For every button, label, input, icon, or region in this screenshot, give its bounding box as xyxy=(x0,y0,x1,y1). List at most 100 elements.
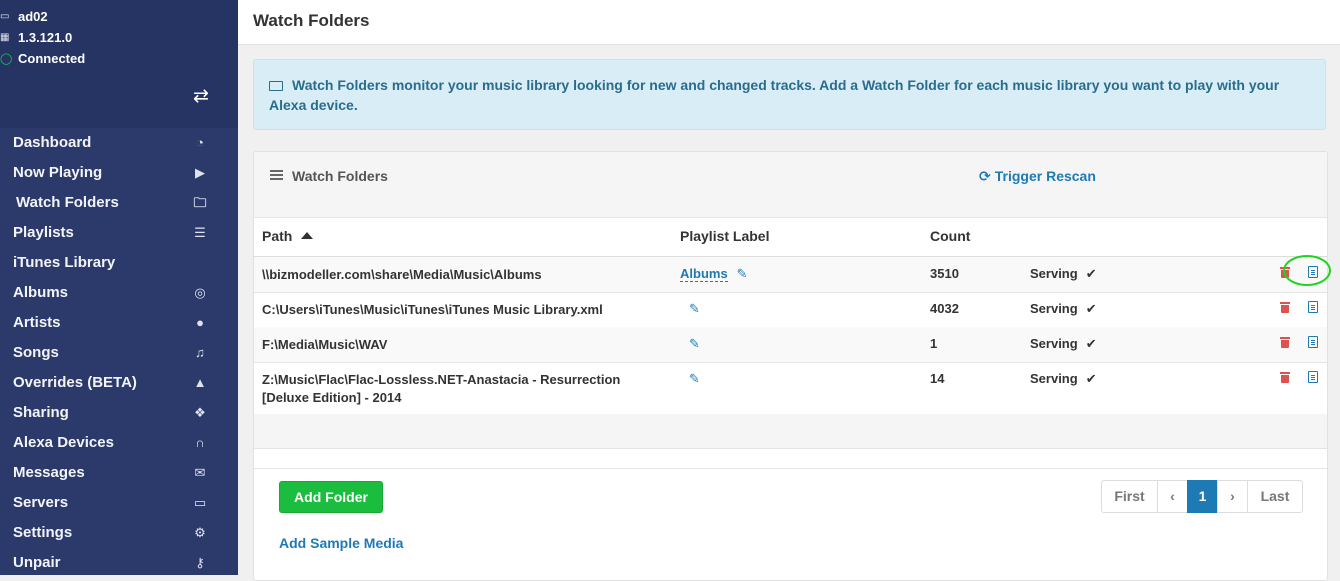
table-header: Path Playlist Label Count xyxy=(254,218,1327,258)
table-row: Z:\Music\Flac\Flac-Lossless.NET-Anastaci… xyxy=(254,362,1327,415)
sidebar-item-alexa-devices[interactable]: Alexa Devices ∩ xyxy=(0,428,238,458)
refresh-icon: ⟳ xyxy=(979,168,991,184)
info-alert-text: Watch Folders monitor your music library… xyxy=(269,77,1280,113)
status-cell: Serving ✔ xyxy=(1030,371,1097,387)
version-number: 1.3.121.0 xyxy=(18,30,73,45)
pagination-last[interactable]: Last xyxy=(1247,480,1303,513)
pagination-prev[interactable]: ‹ xyxy=(1157,480,1188,513)
sidebar: ▭ ad02 ▦ 1.3.121.0 ◯ Connected ⇄ Dashboa… xyxy=(0,0,238,575)
check-icon: ✔ xyxy=(1085,301,1097,316)
sidebar-item-playlists[interactable]: Playlists ☰ xyxy=(0,218,238,248)
pagination-next[interactable]: › xyxy=(1217,480,1248,513)
sidebar-item-settings[interactable]: Settings ⚙ xyxy=(0,518,238,548)
sidebar-item-label: Overrides (BETA) xyxy=(13,374,137,391)
list-icon xyxy=(270,170,283,180)
user-icon: ● xyxy=(196,315,204,330)
folder-path: Z:\Music\Flac\Flac-Lossless.NET-Anastaci… xyxy=(262,372,621,405)
key-icon: ⚷ xyxy=(195,555,205,570)
sidebar-item-watch-folders[interactable]: Watch Folders 🗀 xyxy=(0,188,238,218)
add-folder-button[interactable]: Add Folder xyxy=(279,481,383,513)
trash-icon[interactable] xyxy=(1280,267,1290,278)
pencil-icon[interactable]: ✎ xyxy=(689,301,700,317)
trigger-rescan-label: Trigger Rescan xyxy=(994,168,1096,184)
playlist-label-cell: ✎ xyxy=(680,336,700,352)
laptop-icon: ▭ xyxy=(0,11,10,22)
document-icon[interactable] xyxy=(1308,266,1318,278)
panel-title: Watch Folders xyxy=(292,168,388,184)
status-text: Serving xyxy=(1030,371,1078,386)
playlist-label-cell: ✎ xyxy=(680,301,700,317)
document-icon[interactable] xyxy=(1308,336,1318,348)
sidebar-item-unpair[interactable]: Unpair ⚷ xyxy=(0,548,238,575)
sidebar-item-label: Playlists xyxy=(13,224,74,241)
laptop-icon: ▭ xyxy=(193,495,207,510)
table-footer-band xyxy=(254,414,1327,449)
gear-icon: ⚙ xyxy=(194,525,206,540)
sidebar-item-artists[interactable]: Artists ● xyxy=(0,308,238,338)
sidebar-item-label: Messages xyxy=(13,464,85,481)
calendar-icon: ▦ xyxy=(0,32,10,43)
sidebar-item-label: Albums xyxy=(13,284,69,301)
status-cell: Serving ✔ xyxy=(1030,266,1097,282)
sidebar-item-now-playing[interactable]: Now Playing ▶ xyxy=(0,158,238,188)
column-header-path[interactable]: Path xyxy=(262,228,314,244)
host-name: ad02 xyxy=(18,9,48,24)
sidebar-item-albums[interactable]: Albums ◎ xyxy=(0,278,238,308)
pagination-first[interactable]: First xyxy=(1101,480,1158,513)
sidebar-item-label: iTunes Library xyxy=(13,254,116,271)
headphones-icon: ∩ xyxy=(195,435,205,450)
pagination-page-1[interactable]: 1 xyxy=(1187,480,1218,513)
trash-icon[interactable] xyxy=(1280,372,1290,383)
sidebar-item-label: Unpair xyxy=(13,554,61,571)
trash-icon[interactable] xyxy=(1280,302,1290,313)
page-header: Watch Folders xyxy=(238,0,1340,45)
folder-path: \\bizmodeller.com\share\Media\Music\Albu… xyxy=(262,267,542,282)
trigger-rescan-button[interactable]: ⟳ Trigger Rescan xyxy=(979,168,1096,185)
pencil-icon[interactable]: ✎ xyxy=(689,371,700,387)
sidebar-item-servers[interactable]: Servers ▭ xyxy=(0,488,238,518)
sidebar-item-songs[interactable]: Songs ♫ xyxy=(0,338,238,368)
track-count: 4032 xyxy=(930,301,959,316)
sidebar-item-label: Now Playing xyxy=(13,164,103,181)
table-row: \\bizmodeller.com\share\Media\Music\Albu… xyxy=(254,257,1327,293)
document-icon[interactable] xyxy=(1308,301,1318,313)
host-info: ▭ ad02 xyxy=(0,9,48,24)
sidebar-item-label: Dashboard xyxy=(13,134,92,151)
playlist-label-cell: Albums ✎ xyxy=(680,266,748,282)
add-sample-media-link[interactable]: Add Sample Media xyxy=(279,535,403,551)
sidebar-item-label: Songs xyxy=(13,344,59,361)
sidebar-item-itunes-library[interactable]: iTunes Library xyxy=(0,248,238,278)
swap-icon[interactable]: ⇄ xyxy=(190,86,212,108)
track-count: 3510 xyxy=(930,266,959,281)
page-title: Watch Folders xyxy=(253,11,370,30)
status-text: Serving xyxy=(1030,266,1078,281)
panel-header: Watch Folders ⟳ Trigger Rescan xyxy=(254,152,1327,218)
sort-ascending-icon xyxy=(301,232,314,239)
sidebar-item-sharing[interactable]: Sharing ❖ xyxy=(0,398,238,428)
status-cell: Serving ✔ xyxy=(1030,336,1097,352)
track-count: 14 xyxy=(930,371,945,386)
column-header-path-label: Path xyxy=(262,228,293,244)
check-icon: ✔ xyxy=(1085,371,1097,386)
pencil-icon[interactable]: ✎ xyxy=(689,336,700,352)
music-icon: ♫ xyxy=(195,345,205,360)
connection-status: ◯ Connected xyxy=(0,51,85,66)
column-header-playlist-label: Playlist Label xyxy=(680,228,770,244)
graduation-cap-icon: ▲ xyxy=(193,375,207,390)
sidebar-item-label: Settings xyxy=(13,524,73,541)
table-row: C:\Users\iTunes\Music\iTunes\iTunes Musi… xyxy=(254,292,1327,328)
check-icon: ✔ xyxy=(1085,336,1097,351)
divider xyxy=(254,468,1327,469)
pencil-icon[interactable]: ✎ xyxy=(737,266,748,282)
table-row: F:\Media\Music\WAV ✎ 1 Serving ✔ xyxy=(254,327,1327,363)
list-icon: ☰ xyxy=(194,225,206,240)
playlist-label-link[interactable]: Albums xyxy=(680,266,728,282)
connection-status-text: Connected xyxy=(18,51,86,66)
sidebar-item-messages[interactable]: Messages ✉ xyxy=(0,458,238,488)
sidebar-item-dashboard[interactable]: Dashboard ◔ xyxy=(0,128,238,158)
check-icon: ✔ xyxy=(1085,266,1097,281)
sidebar-item-label: Artists xyxy=(13,314,61,331)
sidebar-item-overrides-beta[interactable]: Overrides (BETA) ▲ xyxy=(0,368,238,398)
document-icon[interactable] xyxy=(1308,371,1318,383)
trash-icon[interactable] xyxy=(1280,337,1290,348)
